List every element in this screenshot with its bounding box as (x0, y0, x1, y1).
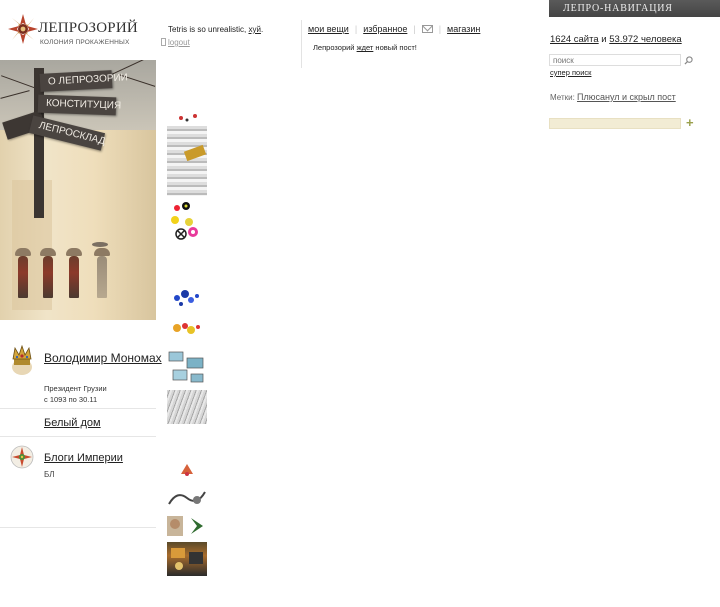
tagline-suffix: . (260, 25, 264, 34)
header-illustration: О ЛЕПРОЗОРИИ КОНСТИТУЦИЯ ЛЕПРОСКЛАД (0, 60, 156, 320)
divider (0, 436, 156, 437)
nav-constitution-link[interactable]: КОНСТИТУЦИЯ (37, 94, 121, 116)
stats-and: и (598, 34, 610, 45)
site-stats: 1624 сайта и 53.972 человека (550, 34, 682, 45)
figure (18, 256, 28, 298)
sites-count-link[interactable]: 1624 сайта (550, 34, 599, 45)
leprosorium-star-icon (8, 14, 38, 44)
figure (43, 256, 53, 298)
thumbnail[interactable] (167, 344, 207, 386)
thumbnail[interactable] (167, 542, 207, 576)
quick-input-bar[interactable] (549, 118, 681, 129)
lepro-navigation-header: ЛЕПРО-НАВИГАЦИЯ (549, 0, 720, 17)
nav-separator: | (354, 24, 358, 34)
tagline-link[interactable]: хуй (248, 25, 260, 34)
divider (0, 527, 156, 528)
header-divider (301, 20, 302, 68)
ruler-title-line1: Президент Грузии (44, 384, 107, 393)
white-house-link[interactable]: Белый дом (44, 417, 101, 429)
ruler-title-line2: с 1093 по 30.11 (44, 395, 98, 404)
my-stuff-link[interactable]: мои вещи (308, 24, 349, 34)
ruler-title: Президент Грузии с 1093 по 30.11 (44, 383, 107, 405)
white-house-label[interactable]: Белый дом (44, 417, 101, 429)
notice-link[interactable]: ждет (357, 43, 374, 52)
thumbnail[interactable] (167, 390, 207, 424)
super-search-link[interactable]: супер поиск (550, 68, 591, 77)
add-plus-button[interactable]: + (686, 116, 694, 130)
thumbnail[interactable] (167, 318, 207, 340)
search-input[interactable] (549, 54, 681, 66)
tags-link[interactable]: Плюсанул и скрыл пост (577, 92, 676, 102)
tags-label: Метки: (550, 93, 578, 102)
thumbnail[interactable] (167, 200, 207, 260)
thumbnail[interactable] (167, 488, 207, 510)
ruler-name[interactable]: Володимир Мономах (44, 351, 162, 365)
empire-blogs-label[interactable]: Блоги Империи (44, 452, 123, 464)
thumbnail[interactable] (167, 126, 207, 196)
tagline: Tetris is so unrealistic, хуй. (168, 25, 263, 34)
figure-hat (15, 248, 31, 256)
notice-prefix: Лепрозорий (313, 43, 357, 52)
crown-icon (12, 345, 32, 375)
user-nav: мои вещи | избранное | | магазин (308, 24, 480, 34)
search-icon[interactable] (684, 56, 693, 65)
empire-blogs-emblem-icon (10, 445, 34, 469)
thumbnail[interactable] (167, 108, 207, 126)
thumbnail[interactable] (167, 273, 207, 278)
figure-hat (66, 248, 82, 256)
new-post-notice: Лепрозорий ждет новый пост! (313, 43, 417, 52)
figure (69, 256, 79, 298)
mail-icon[interactable] (421, 25, 433, 33)
logo-slogan: КОЛОНИЯ ПРОКАЖЕННЫХ (40, 39, 130, 46)
logout-label[interactable]: logout (168, 38, 190, 47)
super-search-label[interactable]: супер поиск (550, 68, 591, 77)
flying-saucer (92, 242, 108, 247)
logo-title: ЛЕПРОЗОРИЙ (38, 20, 138, 36)
thumbnail[interactable] (167, 286, 207, 312)
figure-hat (94, 248, 110, 256)
logout-door-icon (161, 38, 166, 46)
empire-blogs-sub: БЛ (44, 470, 55, 479)
thumbnail[interactable] (167, 456, 207, 480)
thumbnail-strip (167, 108, 207, 578)
logout-link[interactable]: logout (161, 38, 190, 47)
tagline-prefix: Tetris is so unrealistic, (168, 25, 249, 34)
favorites-link[interactable]: избранное (363, 24, 407, 34)
nav-about-link[interactable]: О ЛЕПРОЗОРИИ (39, 70, 128, 92)
notice-suffix: новый пост! (373, 43, 417, 52)
tags-row: Метки: Плюсанул и скрыл пост (550, 92, 676, 102)
nav-separator: | (438, 24, 442, 34)
site-logo[interactable]: ЛЕПРОЗОРИЙ КОЛОНИЯ ПРОКАЖЕННЫХ (4, 12, 154, 52)
figure-hat (40, 248, 56, 256)
figure (97, 256, 107, 298)
shop-link[interactable]: магазин (447, 24, 480, 34)
people-count-link[interactable]: 53.972 человека (609, 34, 681, 45)
divider (0, 408, 156, 409)
thumbnail[interactable] (167, 514, 207, 538)
empire-blogs-link[interactable]: Блоги Империи (44, 452, 123, 464)
ruler-name-link[interactable]: Володимир Мономах (44, 351, 162, 366)
nav-separator: | (413, 24, 416, 34)
